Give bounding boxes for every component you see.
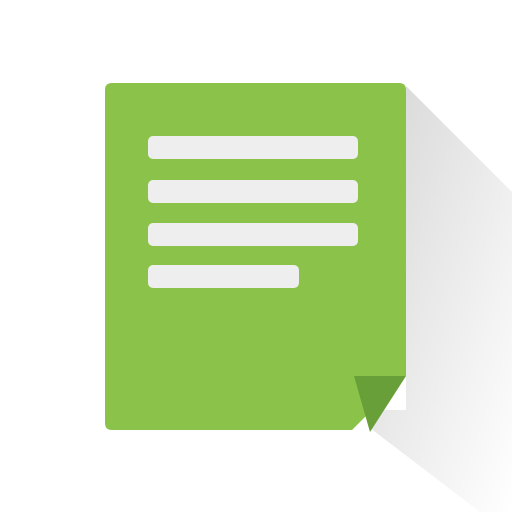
app-icon-canvas <box>0 0 512 512</box>
document-note-icon <box>105 83 512 512</box>
text-line <box>148 180 358 203</box>
text-line <box>148 265 299 288</box>
text-line <box>148 223 358 246</box>
text-line <box>148 136 358 159</box>
